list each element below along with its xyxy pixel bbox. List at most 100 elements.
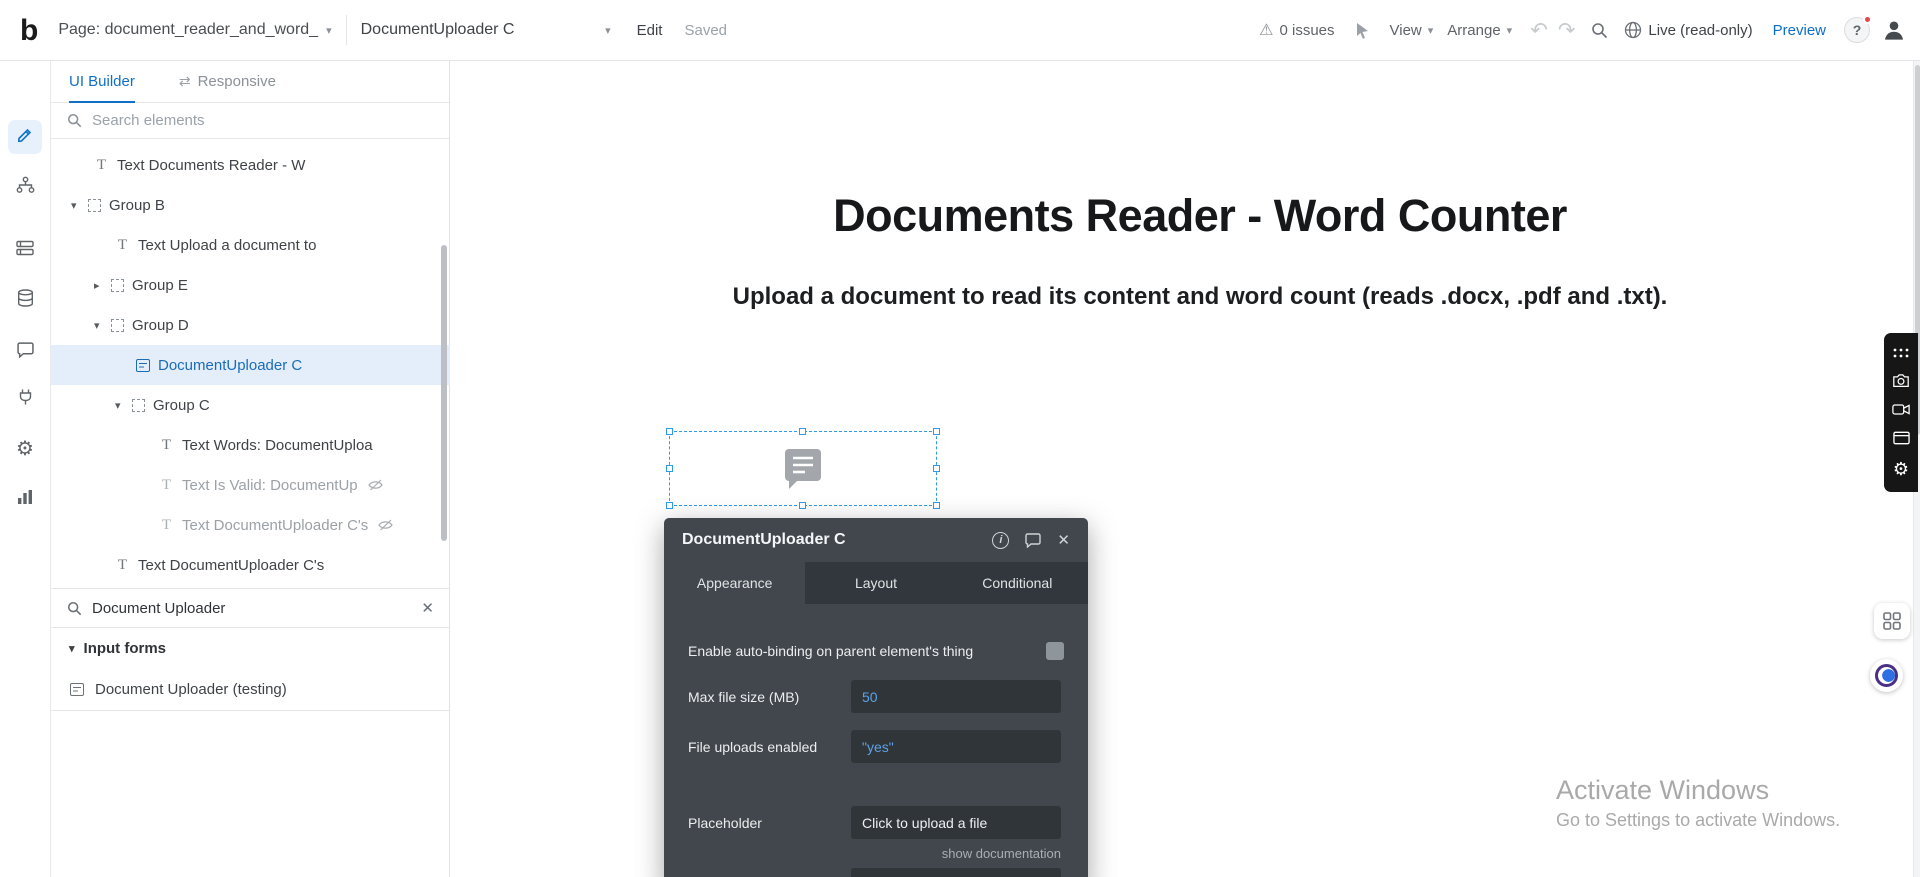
- placeholder-value: Click to upload a file: [862, 815, 987, 831]
- chevron-down-icon[interactable]: ▾: [94, 319, 111, 332]
- apps-grid-button[interactable]: [1874, 603, 1910, 639]
- user-avatar[interactable]: [1882, 18, 1906, 42]
- chevron-down-icon: ▾: [69, 642, 75, 655]
- tab-conditional[interactable]: Conditional: [947, 562, 1088, 604]
- placeholder-label: Placeholder: [688, 815, 851, 831]
- globe-icon: [1624, 21, 1642, 39]
- tree-item-text-documents-reader[interactable]: T Text Documents Reader - W: [51, 145, 450, 185]
- gear-icon[interactable]: ⚙: [1893, 460, 1909, 478]
- tree-item-label: Text DocumentUploader C's: [182, 517, 368, 534]
- text-element-icon: T: [159, 477, 174, 494]
- tree-item-text-is-valid[interactable]: T Text Is Valid: DocumentUp: [51, 465, 450, 505]
- max-file-size-input[interactable]: 50: [851, 680, 1061, 713]
- toolbar-right-group: ⚠ 0 issues View ▾ Arrange ▾ ↶ ↷: [1259, 17, 1906, 43]
- warning-icon: ⚠: [1259, 20, 1273, 40]
- nav-comments-button[interactable]: [8, 333, 42, 367]
- group-icon: [111, 319, 124, 332]
- nav-workflow-button[interactable]: [8, 170, 42, 204]
- tree-item-text-documentuploader-cs-hidden[interactable]: T Text DocumentUploader C's: [51, 505, 450, 545]
- tree-item-text-upload[interactable]: T Text Upload a document to: [51, 225, 450, 265]
- show-documentation-link[interactable]: show documentation: [851, 846, 1061, 861]
- view-menu[interactable]: View ▾: [1390, 22, 1434, 39]
- chevron-down-icon[interactable]: ▾: [115, 399, 132, 412]
- selected-uploader-element[interactable]: [669, 431, 937, 506]
- resize-handle[interactable]: [666, 428, 673, 435]
- tab-appearance[interactable]: Appearance: [664, 562, 805, 604]
- undo-icon[interactable]: ↶: [1530, 18, 1548, 43]
- video-camera-icon[interactable]: [1892, 403, 1910, 416]
- tab-layout[interactable]: Layout: [805, 562, 946, 604]
- page-dropdown[interactable]: Page: document_reader_and_word_ ▾: [58, 21, 331, 39]
- nav-data-button[interactable]: [8, 283, 42, 317]
- search-icon: [67, 601, 82, 616]
- tree-item-group-b[interactable]: ▾ Group B: [51, 185, 450, 225]
- tree-item-text-words[interactable]: T Text Words: DocumentUploa: [51, 425, 450, 465]
- max-file-size-label: Max file size (MB): [688, 689, 851, 705]
- tree-item-documentuploader-c-selected[interactable]: DocumentUploader C: [51, 345, 450, 385]
- tab-responsive[interactable]: ⇄ Responsive: [179, 61, 276, 102]
- help-button[interactable]: ?: [1844, 17, 1870, 43]
- uploads-enabled-input[interactable]: "yes": [851, 730, 1061, 763]
- resize-handle[interactable]: [666, 465, 673, 472]
- elements-panel: UI Builder ⇄ Responsive T Text Documents…: [51, 61, 450, 877]
- tree-item-text-documentuploader-cs[interactable]: T Text DocumentUploader C's: [51, 545, 450, 585]
- close-icon[interactable]: ✕: [1057, 531, 1070, 549]
- tree-item-group-d[interactable]: ▾ Group D: [51, 305, 450, 345]
- drag-dots-icon[interactable]: [1893, 348, 1909, 358]
- nav-settings-button[interactable]: ⚙: [8, 432, 42, 466]
- bubble-logo[interactable]: b: [20, 0, 38, 61]
- redo-icon[interactable]: ↷: [1558, 18, 1576, 43]
- resize-handle[interactable]: [666, 502, 673, 509]
- resize-handle[interactable]: [933, 502, 940, 509]
- workflow-icon: [16, 176, 35, 199]
- responsive-swap-icon: ⇄: [179, 73, 191, 90]
- nav-logs-button[interactable]: [8, 482, 42, 516]
- activate-windows-watermark: Activate Windows: [1556, 775, 1769, 806]
- live-status[interactable]: Live (read-only): [1624, 21, 1752, 39]
- panel-scrollbar-thumb[interactable]: [441, 245, 447, 541]
- uploads-enabled-value: "yes": [862, 739, 894, 755]
- screen-capture-toolbar: ⚙: [1884, 333, 1918, 492]
- camera-icon[interactable]: [1892, 373, 1910, 388]
- tree-item-group-e[interactable]: ▸ Group E: [51, 265, 450, 305]
- element-filter-input[interactable]: [92, 600, 411, 617]
- info-icon[interactable]: i: [992, 532, 1009, 549]
- autobind-checkbox[interactable]: [1046, 642, 1064, 660]
- palette-item-document-uploader[interactable]: Document Uploader (testing): [51, 668, 450, 711]
- tree-item-group-c[interactable]: ▾ Group C: [51, 385, 450, 425]
- edit-mode-label[interactable]: Edit: [637, 22, 663, 39]
- tab-ui-builder[interactable]: UI Builder: [69, 61, 135, 103]
- resize-handle[interactable]: [933, 465, 940, 472]
- section-input-forms[interactable]: ▾ Input forms: [51, 628, 450, 668]
- placeholder-input[interactable]: Click to upload a file: [851, 806, 1061, 839]
- chevron-down-icon[interactable]: ▾: [71, 199, 88, 212]
- element-dropdown[interactable]: DocumentUploader C ▾: [361, 21, 611, 39]
- nav-design-button[interactable]: [8, 120, 42, 154]
- max-file-size-value: 50: [862, 689, 878, 705]
- tree-item-label: Text Upload a document to: [138, 237, 316, 254]
- activate-windows-subtext: Go to Settings to activate Windows.: [1556, 810, 1840, 831]
- resize-handle[interactable]: [799, 428, 806, 435]
- preview-button[interactable]: Preview: [1773, 22, 1826, 39]
- nav-plugins-button[interactable]: [8, 382, 42, 416]
- property-editor-titlebar[interactable]: DocumentUploader C i ✕: [664, 518, 1088, 562]
- resize-handle[interactable]: [799, 502, 806, 509]
- clear-filter-icon[interactable]: ✕: [421, 599, 434, 617]
- bar-chart-icon: [17, 489, 33, 510]
- nav-styles-button[interactable]: [8, 233, 42, 267]
- tab-responsive-label: Responsive: [198, 73, 276, 90]
- extension-logo-icon: [1875, 664, 1898, 687]
- window-capture-icon[interactable]: [1893, 431, 1910, 445]
- search-icon[interactable]: [1591, 22, 1608, 39]
- search-elements-input[interactable]: [92, 112, 433, 129]
- comment-icon[interactable]: [1025, 533, 1041, 548]
- next-field-input-partial[interactable]: [851, 868, 1061, 877]
- resize-handle[interactable]: [933, 428, 940, 435]
- arrange-menu[interactable]: Arrange ▾: [1447, 22, 1512, 39]
- panel-tabs: UI Builder ⇄ Responsive: [51, 61, 449, 103]
- cursor-tool-icon[interactable]: [1355, 22, 1370, 39]
- hidden-eye-slash-icon: [377, 519, 394, 531]
- issues-indicator[interactable]: ⚠ 0 issues: [1259, 20, 1334, 40]
- chevron-right-icon[interactable]: ▸: [94, 279, 111, 292]
- extension-logo-button[interactable]: [1870, 659, 1903, 692]
